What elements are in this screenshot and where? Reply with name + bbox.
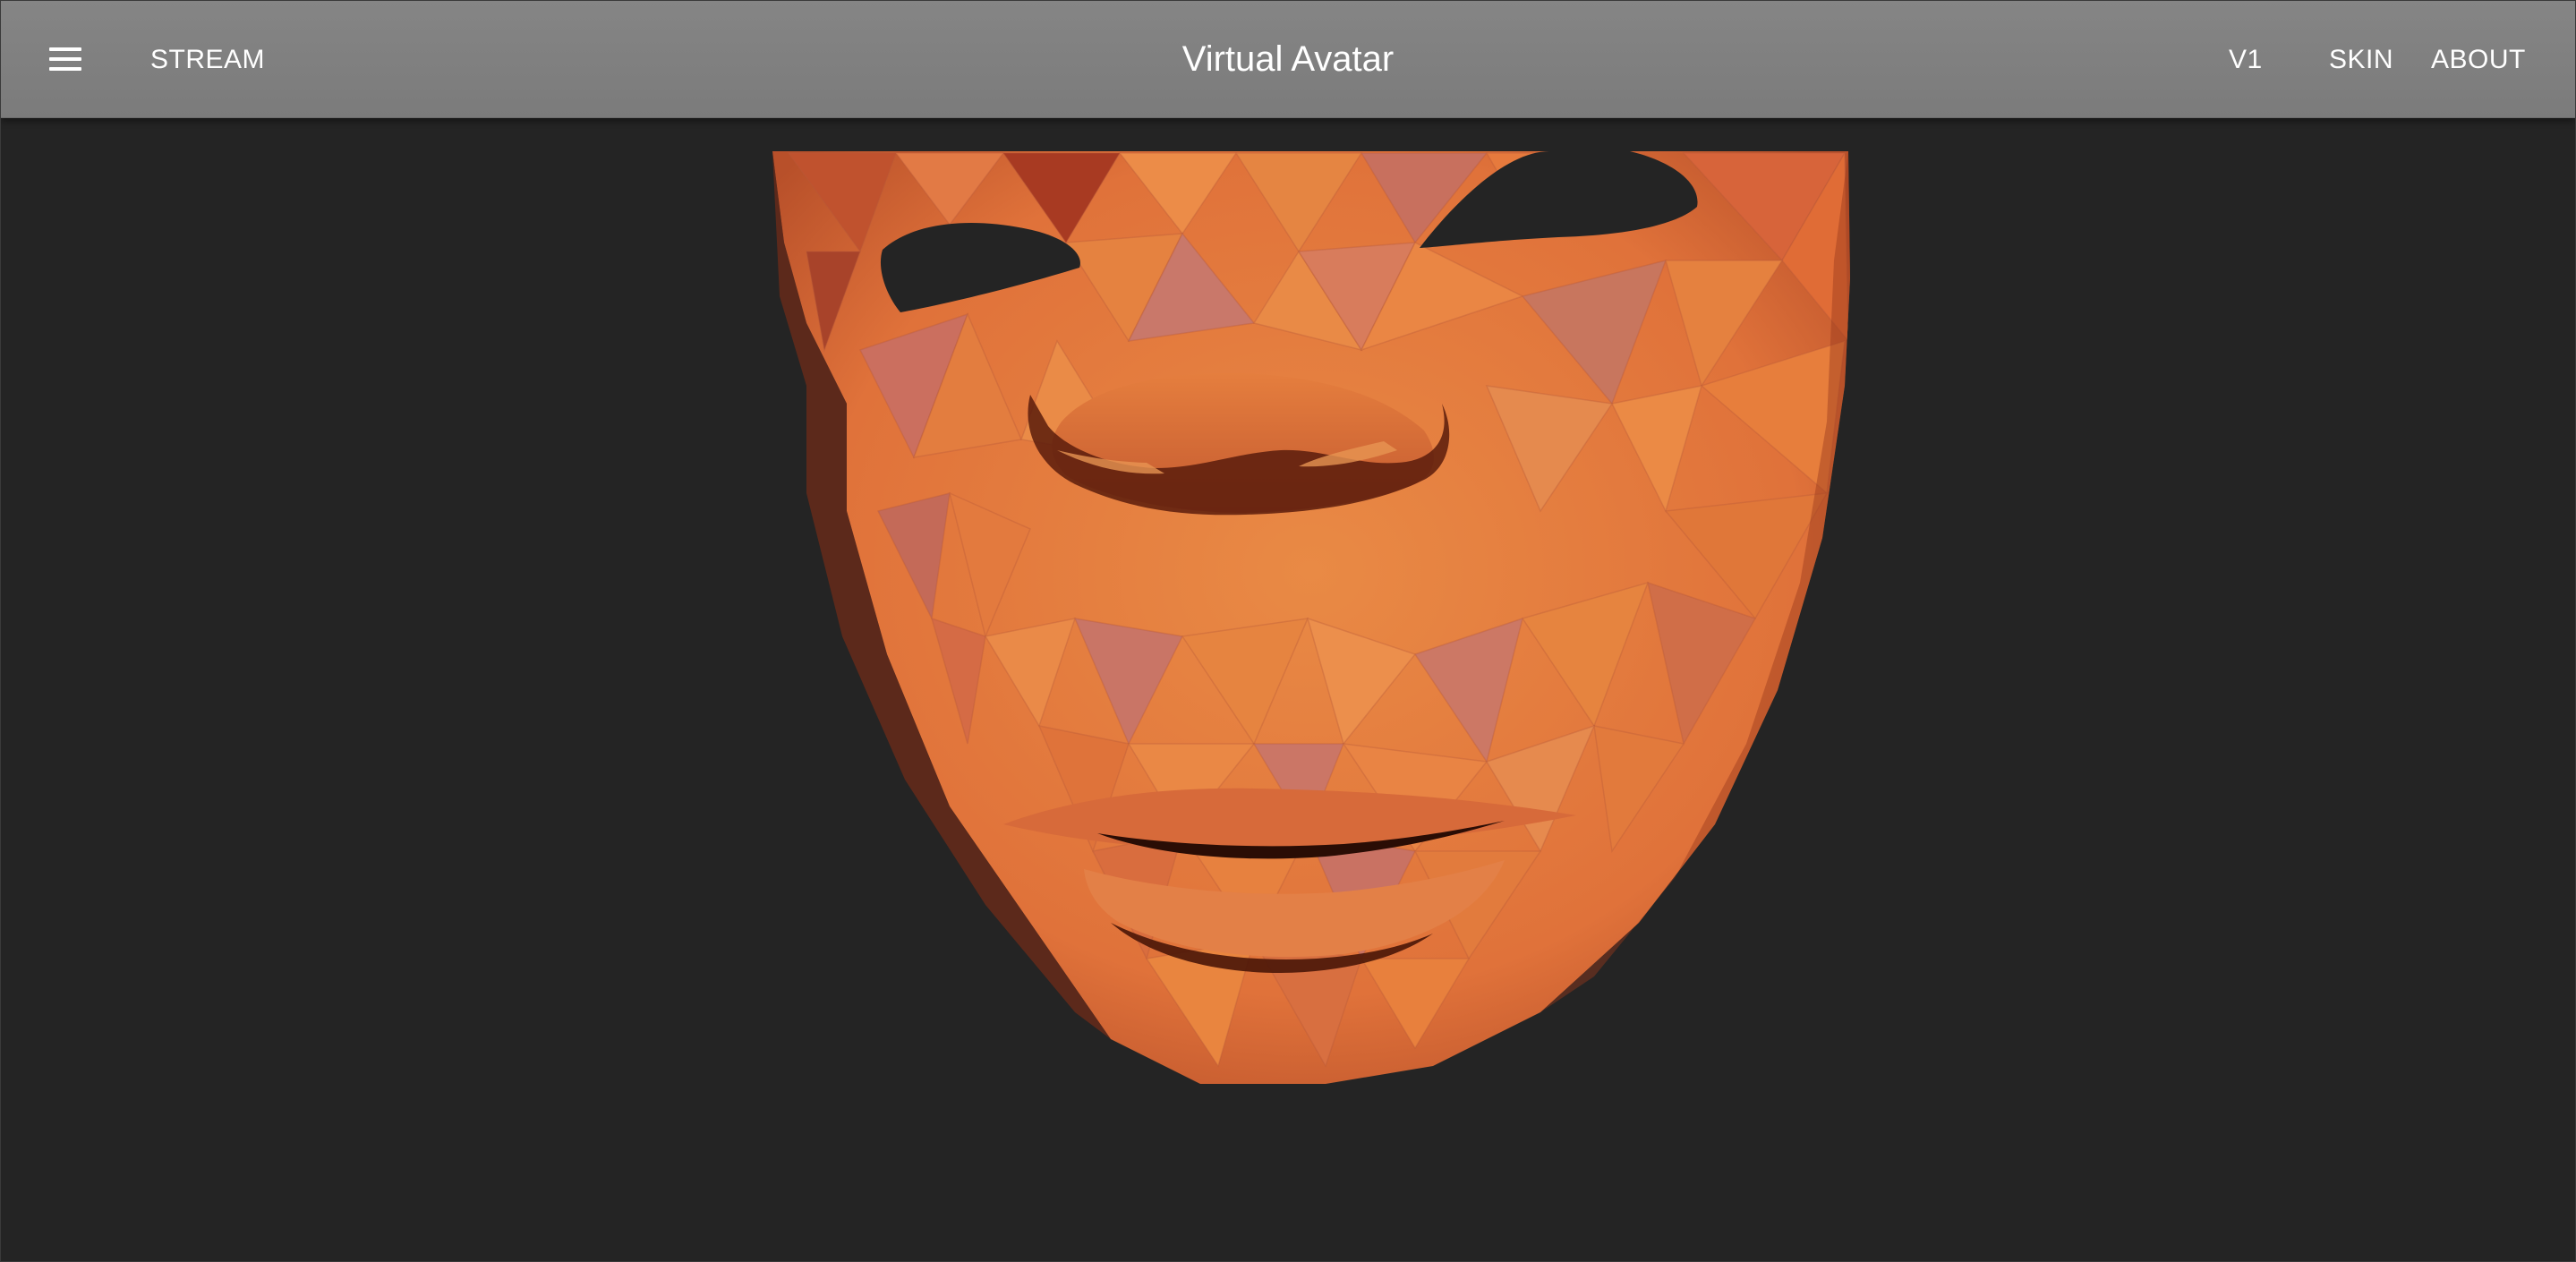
nav-about-link[interactable]: ABOUT (2431, 42, 2526, 78)
top-app-bar: STREAM Virtual Avatar V1 SKIN ABOUT (1, 1, 2575, 118)
menu-button[interactable] (44, 40, 87, 80)
nav-v1-link[interactable]: V1 (2229, 42, 2263, 78)
nav-stream-link[interactable]: STREAM (150, 42, 265, 78)
app-window: STREAM Virtual Avatar V1 SKIN ABOUT (0, 0, 2576, 1262)
face-mesh-render (772, 151, 1850, 1084)
avatar-viewport[interactable] (1, 117, 2575, 1261)
nav-skin-link[interactable]: SKIN (2329, 42, 2393, 78)
app-title: Virtual Avatar (1181, 39, 1395, 79)
